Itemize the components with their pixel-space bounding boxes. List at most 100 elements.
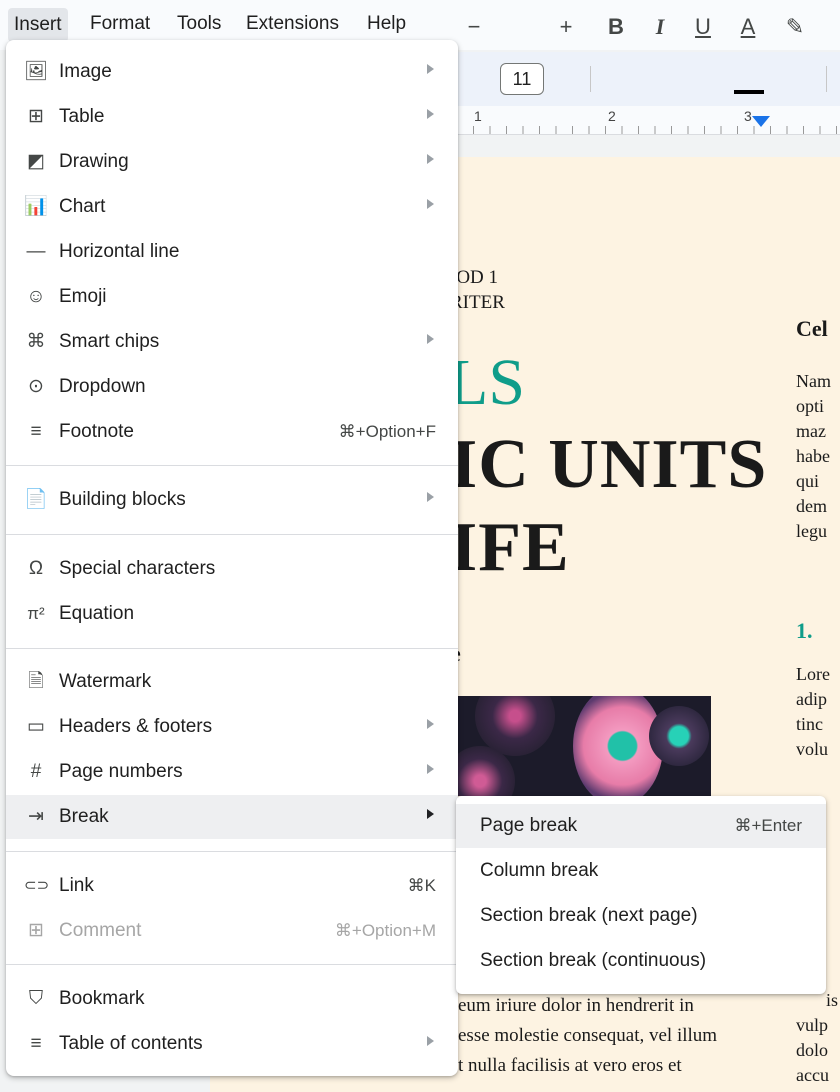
menu-separator xyxy=(6,648,458,649)
doc-text-line: is xyxy=(826,990,839,1010)
menu-item-label: Link xyxy=(59,875,94,896)
doc-text-line: Nam xyxy=(796,371,831,391)
chevron-right-icon xyxy=(427,64,434,74)
menu-item-chart[interactable]: 📊 Chart xyxy=(6,185,458,229)
menu-item-label: Table xyxy=(59,106,105,127)
submenu-item-column-break[interactable]: Column break xyxy=(456,849,826,893)
menu-item-label: Break xyxy=(59,806,109,827)
menu-help[interactable]: Help xyxy=(367,13,406,35)
watermark-icon: 🗎 xyxy=(28,671,44,692)
chart-icon: 📊 xyxy=(24,196,48,217)
doc-right-heading: Cel xyxy=(796,316,828,341)
italic-button[interactable]: I xyxy=(647,0,673,54)
menu-item-label: Table of contents xyxy=(59,1033,203,1054)
menu-item-bookmark[interactable]: ⛉ Bookmark xyxy=(6,977,458,1021)
doc-text-line: habe xyxy=(796,446,830,466)
doc-text-line: legu xyxy=(796,521,827,541)
submenu-item-page-break[interactable]: Page break ⌘+Enter xyxy=(456,804,826,848)
menu-item-headers-footers[interactable]: ▭ Headers & footers xyxy=(6,705,458,749)
decrease-font-size-button[interactable]: − xyxy=(462,0,486,54)
doc-title-accent: LS xyxy=(448,346,526,419)
menu-item-label: Footnote xyxy=(59,421,134,442)
chevron-right-icon xyxy=(427,764,434,774)
menu-item-label: Bookmark xyxy=(59,988,145,1009)
doc-text-line: qui xyxy=(796,471,820,491)
menu-extensions[interactable]: Extensions xyxy=(246,13,339,35)
bold-button[interactable]: B xyxy=(603,0,629,54)
hash-icon: # xyxy=(30,761,42,782)
text-color-swatch xyxy=(734,90,764,94)
menu-item-link[interactable]: ⊂⊃ Link ⌘K xyxy=(6,864,458,908)
chevron-right-icon xyxy=(427,719,434,729)
submenu-item-label: Page break xyxy=(480,815,578,836)
menu-separator xyxy=(6,851,458,852)
link-icon: ⊂⊃ xyxy=(24,877,50,894)
underline-button[interactable]: U xyxy=(690,0,716,54)
ruler-number: 2 xyxy=(608,108,616,124)
menu-item-break[interactable]: ⇥ Break xyxy=(6,795,458,839)
menu-item-dropdown[interactable]: ⊙ Dropdown xyxy=(6,365,458,409)
shortcut-text: ⌘+Option+F xyxy=(338,422,436,441)
image-icon: 🖼 xyxy=(24,61,49,82)
menu-item-special-characters[interactable]: Ω Special characters xyxy=(6,547,458,591)
headers-footers-icon: ▭ xyxy=(27,716,45,737)
menu-item-label: Dropdown xyxy=(59,376,146,397)
ruler-number: 3 xyxy=(744,108,752,124)
menu-tools[interactable]: Tools xyxy=(177,13,221,35)
toolbar-divider xyxy=(590,66,591,92)
menu-item-horizontal-line[interactable]: — Horizontal line xyxy=(6,230,458,274)
pi-icon: π² xyxy=(27,604,45,623)
ruler-ticks xyxy=(440,126,840,134)
doc-text-line: opti xyxy=(796,396,825,416)
horizontal-line-icon: — xyxy=(26,241,46,262)
cell-shape xyxy=(573,696,663,796)
chevron-right-icon xyxy=(427,492,434,502)
menu-item-smart-chips[interactable]: ⌘ Smart chips xyxy=(6,320,458,364)
emoji-icon: ☺ xyxy=(26,286,46,307)
menu-item-emoji[interactable]: ☺ Emoji xyxy=(6,275,458,319)
doc-body-line: esse molestie consequat, vel illum xyxy=(458,1025,718,1046)
font-size-input[interactable]: 11 xyxy=(500,63,544,95)
submenu-item-section-break-continuous[interactable]: Section break (continuous) xyxy=(456,939,826,983)
submenu-item-section-break-next-page[interactable]: Section break (next page) xyxy=(456,894,826,938)
menu-item-label: Special characters xyxy=(59,558,216,579)
menu-item-label: Emoji xyxy=(59,286,107,307)
doc-text-line: Lore xyxy=(796,664,830,684)
menu-item-footnote[interactable]: ≡ Footnote ⌘+Option+F xyxy=(6,410,458,454)
doc-text-line: adip xyxy=(796,689,827,709)
menu-separator xyxy=(6,964,458,965)
shortcut-text: ⌘K xyxy=(407,876,436,895)
menu-format[interactable]: Format xyxy=(90,13,150,35)
menu-insert[interactable]: Insert xyxy=(8,8,68,42)
menu-item-label: Image xyxy=(59,61,112,82)
menu-item-equation[interactable]: π² Equation xyxy=(6,592,458,636)
ruler[interactable]: 1 2 3 xyxy=(440,106,840,135)
doc-text-line: dolo xyxy=(796,1040,829,1060)
menu-separator xyxy=(6,534,458,535)
highlight-icon[interactable]: ✎ xyxy=(782,0,808,54)
menu-item-label: Headers & footers xyxy=(59,716,213,737)
dropdown-icon: ⊙ xyxy=(28,376,44,397)
menu-item-table[interactable]: ⊞ Table xyxy=(6,95,458,139)
text-color-button[interactable]: A xyxy=(734,0,762,54)
menu-item-image[interactable]: 🖼 Image xyxy=(6,50,458,94)
ruler-number: 1 xyxy=(474,108,482,124)
submenu-item-label: Section break (next page) xyxy=(480,905,698,926)
increase-font-size-button[interactable]: + xyxy=(554,0,578,54)
toc-icon: ≡ xyxy=(30,1033,42,1054)
menu-item-label: Smart chips xyxy=(59,331,160,352)
cell-illustration-image[interactable] xyxy=(455,696,711,796)
doc-text-line: maz xyxy=(796,421,826,441)
menu-item-label: Equation xyxy=(59,603,135,624)
shortcut-text: ⌘+Enter xyxy=(734,816,802,835)
menu-item-drawing[interactable]: ◩ Drawing xyxy=(6,140,458,184)
doc-text-line: vulp xyxy=(796,1015,829,1035)
menu-item-building-blocks[interactable]: 📄 Building blocks xyxy=(6,478,458,522)
menu-item-comment: ⊞ Comment ⌘+Option+M xyxy=(6,909,458,953)
doc-header-line: RITER xyxy=(450,292,505,313)
menu-item-watermark[interactable]: 🗎 Watermark xyxy=(6,660,458,704)
tab-stop-marker[interactable] xyxy=(752,116,770,127)
menu-item-table-of-contents[interactable]: ≡ Table of contents xyxy=(6,1022,458,1066)
chevron-right-icon xyxy=(427,334,434,344)
menu-item-page-numbers[interactable]: # Page numbers xyxy=(6,750,458,794)
